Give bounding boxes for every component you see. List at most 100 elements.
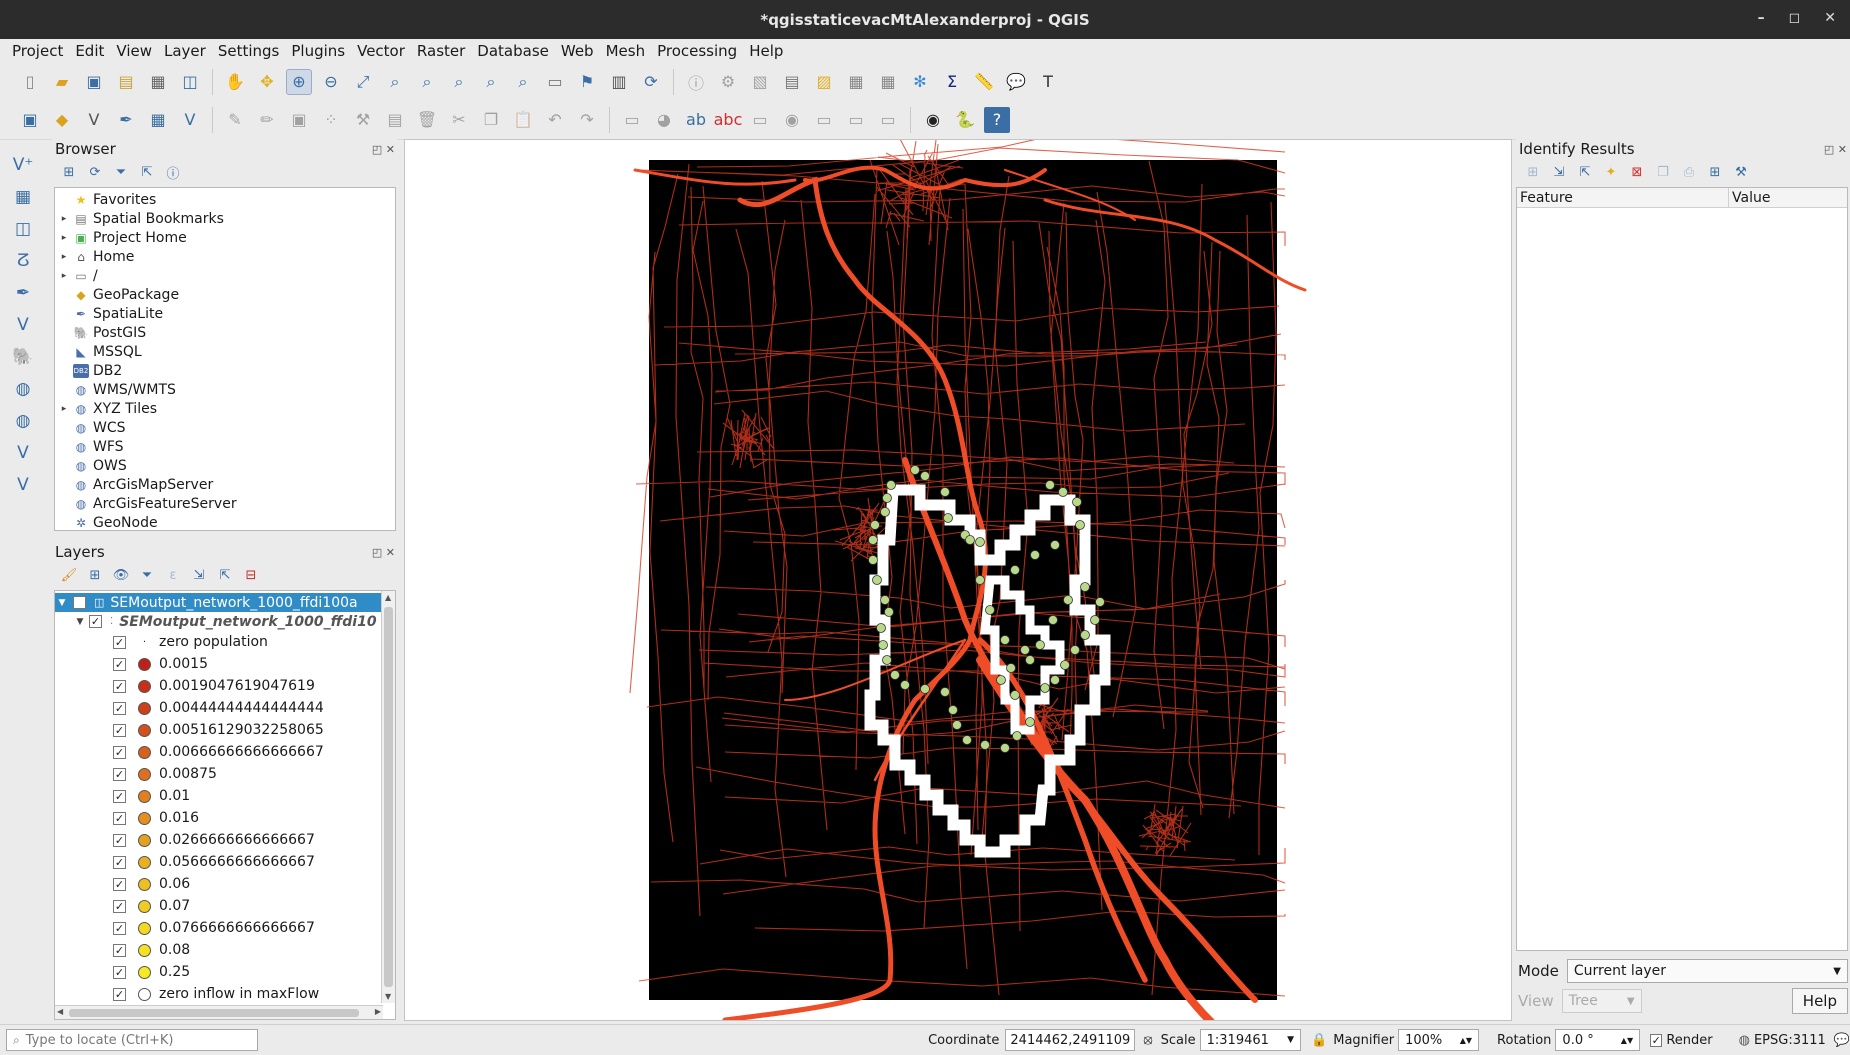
browser-item-ows[interactable]: ◍ OWS	[55, 456, 395, 475]
zoom-next-icon[interactable]: ⌕	[510, 69, 536, 95]
toggle-editing-icon[interactable]: ✏	[254, 107, 280, 133]
show-bookmarks-icon[interactable]: ▥	[606, 69, 632, 95]
browser-item-postgis[interactable]: 🐘 PostGIS	[55, 323, 395, 342]
print-results-icon[interactable]: ⎙	[1678, 161, 1700, 183]
map-canvas[interactable]	[404, 139, 1512, 1021]
legend-class-row[interactable]: ✓ 0.08	[55, 939, 381, 961]
class-visibility-checkbox[interactable]: ✓	[113, 657, 126, 671]
browser-item-home[interactable]: ▸ ⌂ Home	[55, 247, 395, 266]
refresh-icon[interactable]: ⟳	[638, 69, 664, 95]
coordinate-input[interactable]: 2414462,2491109	[1005, 1029, 1136, 1051]
data-source-manager-icon[interactable]: ▣	[17, 107, 43, 133]
text-annotation-icon[interactable]: T	[1035, 69, 1061, 95]
rotate-label-icon[interactable]: ▭	[843, 107, 869, 133]
collapse-all-icon[interactable]: ⇱	[136, 161, 158, 183]
class-visibility-checkbox[interactable]: ✓	[113, 767, 126, 781]
zoom-last-icon[interactable]: ⌕	[478, 69, 504, 95]
panel-float-close-icon[interactable]: ◰ ✕	[372, 143, 395, 156]
new-bookmark-icon[interactable]: ⚑	[574, 69, 600, 95]
open-project-icon[interactable]: ▰	[49, 69, 75, 95]
diagram-tool-icon[interactable]: ◕	[651, 107, 677, 133]
restore-icon[interactable]: ◻	[1789, 10, 1801, 26]
menu-project[interactable]: Project	[6, 42, 69, 60]
browser-item-mssql[interactable]: ◣ MSSQL	[55, 342, 395, 361]
browser-item-spatial-bookmarks[interactable]: ▸ ▤ Spatial Bookmarks	[55, 209, 395, 228]
legend-class-row[interactable]: ✓ · zero population	[55, 631, 381, 653]
new-shapefile-icon[interactable]: V	[81, 107, 107, 133]
column-value[interactable]: Value	[1729, 188, 1770, 207]
filter-expression-icon[interactable]: ε	[162, 564, 184, 586]
class-visibility-checkbox[interactable]: ✓	[113, 987, 126, 1001]
class-visibility-checkbox[interactable]: ✓	[113, 811, 126, 825]
map-tips-icon[interactable]: 💬	[1003, 69, 1029, 95]
zoom-out-icon[interactable]: ⊖	[318, 69, 344, 95]
add-delimited-text-icon[interactable]: ⵒ	[6, 246, 40, 276]
column-feature[interactable]: Feature	[1517, 188, 1729, 207]
menu-vector[interactable]: Vector	[351, 42, 411, 60]
open-layer-styling-icon[interactable]: 🖌	[58, 564, 80, 586]
add-vector-layer-icon[interactable]: V⁺	[6, 150, 40, 180]
legend-class-row[interactable]: ✓ 0.0015	[55, 653, 381, 675]
legend-class-row[interactable]: ✓ 0.016	[55, 807, 381, 829]
browser-item-arcgismapserver[interactable]: ◍ ArcGisMapServer	[55, 475, 395, 494]
layer-visibility-checkbox[interactable]	[73, 596, 86, 609]
pan-to-selection-icon[interactable]: ✥	[254, 69, 280, 95]
new-temp-layer-icon[interactable]: ▦	[145, 107, 171, 133]
class-visibility-checkbox[interactable]: ✓	[113, 701, 126, 715]
action-icon[interactable]: ⚙	[715, 69, 741, 95]
collapse-arrow-icon[interactable]: ▼	[55, 598, 69, 608]
label-tool-icon[interactable]: ▭	[619, 107, 645, 133]
print-layout-icon[interactable]: ▦	[145, 69, 171, 95]
expand-new-results-icon[interactable]: ⇲	[1548, 161, 1570, 183]
new-virtual-layer-icon[interactable]: V	[177, 107, 203, 133]
python-console-icon[interactable]: 🐍	[952, 107, 978, 133]
add-postgis-layer-icon[interactable]: 🐘	[6, 342, 40, 372]
show-hide-labels-icon[interactable]: ◉	[779, 107, 805, 133]
legend-class-row[interactable]: ✓ 0.06	[55, 873, 381, 895]
layers-horizontal-scrollbar[interactable]: ◀ ▶	[55, 1005, 383, 1019]
undo-icon[interactable]: ↶	[542, 107, 568, 133]
plugin-globe-icon[interactable]: ◉	[920, 107, 946, 133]
locator-input[interactable]: ⌕ Type to locate (Ctrl+K)	[6, 1029, 259, 1051]
paste-features-icon[interactable]: 📋	[510, 107, 536, 133]
mode-select[interactable]: Current layer ▼	[1566, 959, 1848, 983]
change-label-icon[interactable]: ▭	[875, 107, 901, 133]
add-wcs-layer-icon[interactable]: ◍	[6, 406, 40, 436]
class-visibility-checkbox[interactable]: ✓	[113, 899, 126, 913]
add-virtual-layer-icon[interactable]: V	[6, 310, 40, 340]
attribute-table-icon[interactable]: ▤	[779, 69, 805, 95]
browser-item-geonode[interactable]: ✲ GeoNode	[55, 513, 395, 531]
save-project-icon[interactable]: ▣	[81, 69, 107, 95]
save-edits-icon[interactable]: ▣	[286, 107, 312, 133]
class-visibility-checkbox[interactable]: ✓	[113, 789, 126, 803]
render-checkbox[interactable]: ✓	[1650, 1033, 1663, 1047]
legend-class-row[interactable]: ✓ zero inflow in maxFlow	[55, 983, 381, 1005]
layout-manager-icon[interactable]: ◫	[177, 69, 203, 95]
lock-scale-icon[interactable]: 🔒	[1311, 1033, 1327, 1048]
new-spatialite-icon[interactable]: ✒	[113, 107, 139, 133]
expand-tree-icon[interactable]: ⊞	[1522, 161, 1544, 183]
copy-features-icon[interactable]: ❐	[478, 107, 504, 133]
add-wms-layer-icon[interactable]: ◍	[6, 374, 40, 404]
class-visibility-checkbox[interactable]: ✓	[113, 921, 126, 935]
add-spatialite-layer-icon[interactable]: ✒	[6, 278, 40, 308]
browser-item-arcgisfeatureserver[interactable]: ◍ ArcGisFeatureServer	[55, 494, 395, 513]
class-visibility-checkbox[interactable]: ✓	[113, 635, 126, 649]
menu-raster[interactable]: Raster	[411, 42, 471, 60]
menu-mesh[interactable]: Mesh	[600, 42, 652, 60]
browser-item-xyz-tiles[interactable]: ▸ ◍ XYZ Tiles	[55, 399, 395, 418]
expand-arrow-icon[interactable]: ▸	[57, 214, 71, 224]
pan-icon[interactable]: ✋	[222, 69, 248, 95]
cut-features-icon[interactable]: ✂	[446, 107, 472, 133]
legend-class-row[interactable]: ✓ 0.0566666666666667	[55, 851, 381, 873]
properties-icon[interactable]: ⓘ	[162, 161, 184, 183]
legend-class-row[interactable]: ✓ 0.00666666666666667	[55, 741, 381, 763]
legend-class-row[interactable]: ✓ 0.00516129032258065	[55, 719, 381, 741]
browser-item-project-home[interactable]: ▸ ▣ Project Home	[55, 228, 395, 247]
delete-selected-icon[interactable]: 🗑	[414, 107, 440, 133]
class-visibility-checkbox[interactable]: ✓	[113, 679, 126, 693]
class-visibility-checkbox[interactable]: ✓	[113, 943, 126, 957]
expand-arrow-icon[interactable]: ▸	[57, 252, 71, 262]
expand-arrow-icon[interactable]: ▸	[57, 404, 71, 414]
new-map-view-icon[interactable]: ▭	[542, 69, 568, 95]
